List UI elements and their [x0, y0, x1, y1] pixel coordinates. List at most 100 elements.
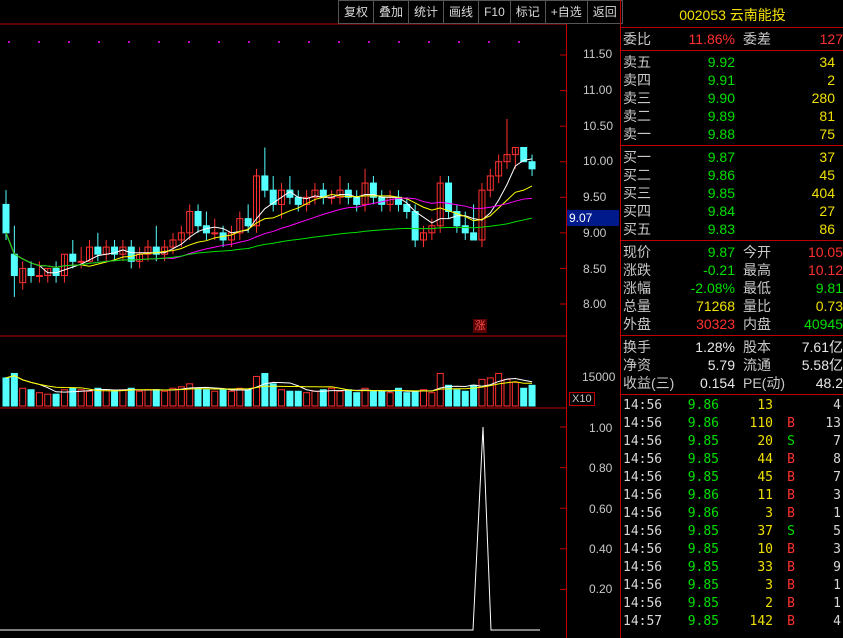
quote-value: 40945	[804, 316, 843, 332]
volume-bar	[127, 387, 135, 407]
mark-button[interactable]: 标记	[509, 0, 546, 24]
draw-line-button[interactable]: 画线	[443, 0, 480, 24]
marker-dot	[338, 41, 340, 43]
volume-bar	[528, 384, 536, 407]
price-tick: 8.50	[583, 262, 607, 276]
indicator-tick: 0.40	[589, 542, 613, 556]
buy-volume: 27	[819, 203, 835, 219]
trade-side: S	[787, 524, 795, 539]
volume-bar	[19, 387, 27, 407]
trade-volume: 20	[757, 434, 773, 449]
volume-bar	[169, 387, 177, 407]
quote-panel: 002053 云南能投 委比 11.86% 委差 127 卖五 9.92 34 卖四…	[620, 0, 843, 638]
marker-dot	[158, 41, 160, 43]
axis-divider	[566, 24, 567, 638]
marker-dot	[428, 41, 430, 43]
trade-volume: 142	[749, 614, 773, 629]
trade-price: 9.85	[687, 452, 719, 467]
trade-time: 14:56	[623, 560, 663, 575]
volume-bar	[111, 390, 119, 407]
finance-row: 收益(三) 0.154 PE(动) 48.2	[621, 374, 843, 392]
volume-bar	[35, 392, 43, 407]
volume-bar	[227, 390, 235, 407]
candle-body	[194, 211, 202, 227]
trade-row: 14:56 9.85 45 B 7	[621, 469, 843, 487]
indicator-line	[0, 426, 540, 631]
quote-label: 总量	[623, 298, 651, 314]
finance-row: 换手 1.28% 股本 7.61亿	[621, 338, 843, 356]
trade-count: 1	[833, 578, 841, 593]
price-tick: 9.00	[583, 226, 607, 240]
volume-bar	[453, 389, 461, 407]
marker-dot	[518, 41, 520, 43]
quote-row: 涨幅 -2.08% 最低 9.81	[621, 279, 843, 297]
marker-dot	[128, 41, 130, 43]
marker-dot	[308, 41, 310, 43]
volume-bar	[403, 392, 411, 407]
volume-bar	[353, 392, 361, 407]
add-favorite-button[interactable]: +自选	[544, 0, 588, 24]
quote-label: 最高	[743, 262, 771, 278]
price-tick: 10.00	[583, 154, 614, 168]
volume-ma5-line	[5, 375, 533, 393]
trade-count: 3	[833, 542, 841, 557]
sell-volume: 34	[819, 54, 835, 70]
statistics-button[interactable]: 统计	[408, 0, 445, 24]
trade-side	[773, 397, 795, 415]
price-tick: 11.00	[583, 83, 613, 97]
sell-volume: 75	[819, 126, 835, 142]
sell-row: 卖五 9.92 34	[621, 53, 843, 71]
overlay-button[interactable]: 叠加	[373, 0, 410, 24]
weibi-value: 11.86%	[688, 31, 735, 47]
quote-value: 10.12	[807, 262, 843, 278]
trade-side: B	[787, 596, 795, 611]
finance-label: 净资	[623, 357, 651, 373]
quote-value: 71268	[696, 298, 735, 314]
price-tick: 10.50	[583, 119, 614, 133]
trade-price: 9.85	[687, 596, 719, 611]
marker-dot	[398, 41, 400, 43]
trade-price: 9.85	[687, 434, 719, 449]
trade-side: B	[787, 452, 795, 467]
candle-body	[294, 196, 302, 205]
candle-body	[10, 253, 18, 277]
trade-price: 9.85	[687, 470, 719, 485]
trade-row: 14:56 9.85 37 S 5	[621, 523, 843, 541]
quote-value: -2.08%	[690, 280, 735, 296]
indicator-tick: 0.20	[589, 582, 613, 596]
volume-bar	[119, 389, 127, 407]
back-button[interactable]: 返回	[586, 0, 623, 24]
finance-label: 股本	[743, 339, 771, 355]
weibi-label: 委比	[623, 31, 651, 47]
trade-volume: 10	[757, 542, 773, 557]
trade-side: B	[787, 506, 795, 521]
finance-value: 7.61亿	[801, 339, 843, 355]
marker-dot	[8, 41, 10, 43]
volume-bar	[69, 387, 77, 407]
candle-body	[27, 267, 35, 277]
f10-button[interactable]: F10	[478, 0, 511, 24]
trade-volume: 110	[749, 416, 773, 431]
trade-count: 4	[833, 398, 841, 413]
buy-volume: 404	[811, 185, 835, 201]
volume-bar	[202, 389, 210, 407]
finance-label: 流通	[743, 357, 771, 373]
candle-body	[2, 203, 10, 234]
trade-count: 1	[833, 506, 841, 521]
marker-dot	[98, 41, 100, 43]
finance-label: 收益(三)	[623, 375, 675, 391]
trade-time: 14:56	[623, 434, 663, 449]
quote-row: 现价 9.87 今开 10.05	[621, 243, 843, 261]
candle-body	[269, 189, 277, 205]
trade-ticks: 14:56 9.86 13 4 14:56 9.86 110 B 13 14:56 9.85 20 S 7…	[621, 397, 843, 631]
marker-dot	[368, 41, 370, 43]
candle-body	[69, 253, 77, 262]
trade-price: 9.85	[687, 524, 719, 539]
volume-bar	[386, 392, 394, 407]
quote-row: 总量 71268 量比 0.73	[621, 297, 843, 315]
quote-label: 涨跌	[623, 262, 651, 278]
sell-row: 卖二 9.89 81	[621, 107, 843, 125]
trade-row: 14:56 9.86 110 B 13	[621, 415, 843, 433]
quote-value: -0.21	[703, 262, 735, 278]
restore-rights-button[interactable]: 复权	[338, 0, 375, 24]
